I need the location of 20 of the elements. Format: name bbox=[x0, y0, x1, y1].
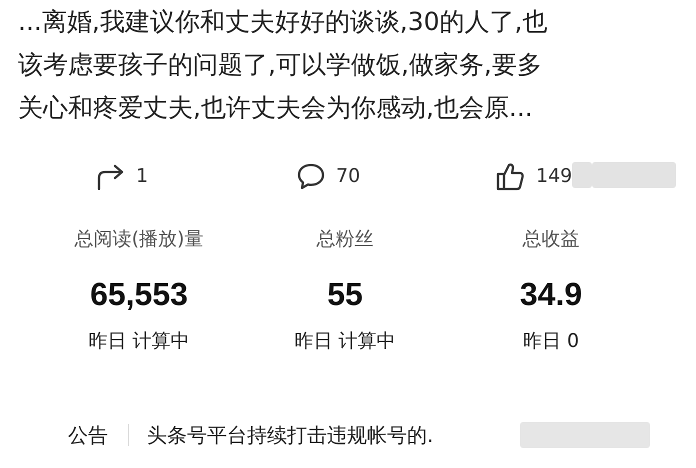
comment-icon[interactable] bbox=[296, 162, 326, 190]
comment-text-line: ...离婚,我建议你和丈夫好好的谈谈,30的人了,也 bbox=[18, 6, 548, 38]
stat-label: 总粉丝 bbox=[316, 227, 374, 252]
thumbs-up-icon[interactable] bbox=[496, 161, 526, 191]
stat-subtext: 昨日 计算中 bbox=[294, 329, 396, 354]
stat-label: 总阅读(播放)量 bbox=[74, 227, 204, 252]
stat-subtext: 昨日 计算中 bbox=[88, 329, 190, 354]
stat-value: 65,553 bbox=[90, 275, 188, 314]
comment-count: 70 bbox=[336, 165, 360, 187]
stat-value: 34.9 bbox=[520, 275, 582, 314]
comment-text-line: 该考虑要孩子的问题了,可以学做饭,做家务,要多 bbox=[18, 49, 542, 81]
notice-text[interactable]: 头条号平台持续打击违规帐号的. bbox=[147, 422, 434, 448]
share-count: 1 bbox=[136, 165, 148, 187]
comment-text-line: 关心和疼爱丈夫,也许丈夫会为你感动,也会原... bbox=[18, 92, 533, 124]
like-count: 149 bbox=[536, 165, 572, 187]
notice-label: 公告 bbox=[68, 422, 108, 448]
stat-value: 55 bbox=[327, 275, 363, 314]
stat-label: 总收益 bbox=[522, 227, 580, 252]
share-icon[interactable] bbox=[96, 162, 126, 190]
stat-subtext: 昨日 0 bbox=[522, 329, 580, 354]
